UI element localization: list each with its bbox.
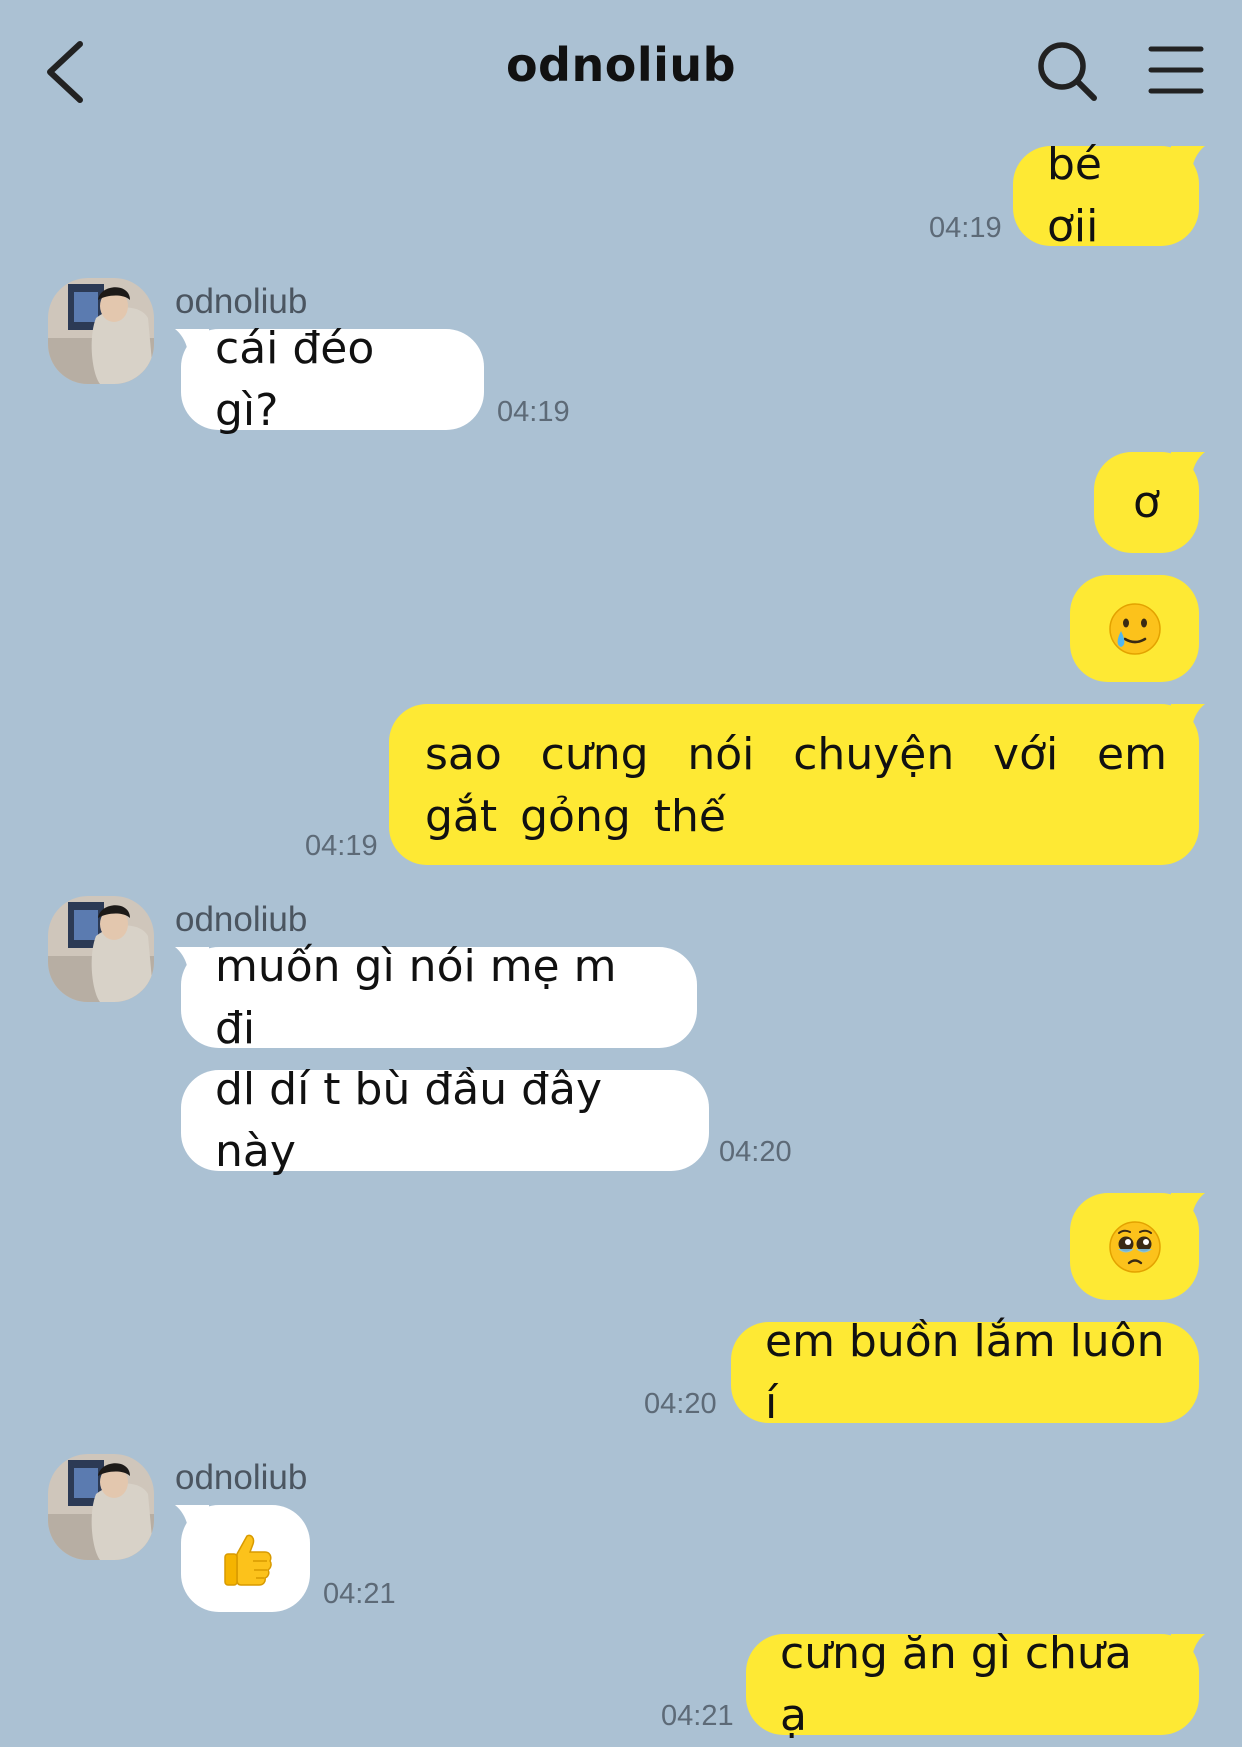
- message-timestamp: 04:19: [929, 212, 1002, 244]
- crying-smile-emoji: [1108, 602, 1161, 655]
- message-text: cái đéo gì?: [215, 322, 375, 436]
- message-bubble-received[interactable]: cái đéo gì?: [175, 323, 484, 436]
- message-timestamp: 04:19: [305, 830, 378, 862]
- pleading-face-emoji: [1108, 1220, 1161, 1273]
- message-bubble-sent[interactable]: [1070, 575, 1199, 682]
- message-bubble-sent[interactable]: ơ: [1094, 452, 1205, 553]
- message-timestamp: 04:21: [661, 1700, 734, 1732]
- message-bubble-received[interactable]: dl dí t bù đầu đây này: [181, 1064, 709, 1177]
- message-timestamp: 04:20: [644, 1388, 717, 1420]
- message-text: bé ơii: [1047, 139, 1102, 252]
- avatar[interactable]: [48, 1454, 154, 1560]
- message-text: muốn gì nói mẹ m đi: [215, 940, 617, 1054]
- message-timestamp: 04:19: [497, 396, 570, 428]
- message-bubble-sent[interactable]: sao cưng nói chuyện với em gắt gỏng thế: [389, 704, 1205, 865]
- avatar[interactable]: [48, 278, 154, 384]
- message-bubble-received[interactable]: muốn gì nói mẹ m đi: [175, 941, 697, 1054]
- message-bubble-received[interactable]: [175, 1505, 310, 1612]
- message-timestamp: 04:20: [719, 1136, 792, 1168]
- message-bubble-sent[interactable]: cưng ăn gì chưa ạ: [746, 1628, 1205, 1741]
- message-text: sao cưng nói chuyện với em gắt gỏng thế: [425, 729, 1167, 842]
- avatar[interactable]: [48, 896, 154, 1002]
- thumbs-up-emoji: [223, 1534, 272, 1586]
- sender-name: odnoliub: [175, 900, 308, 939]
- message-text: ơ: [1133, 476, 1160, 528]
- message-bubble-sent[interactable]: em buồn lắm luôn í: [731, 1316, 1199, 1429]
- sender-name: odnoliub: [175, 1458, 308, 1497]
- message-timestamp: 04:21: [323, 1578, 396, 1610]
- message-bubble-sent[interactable]: bé ơii: [1013, 139, 1205, 252]
- message-text: cưng ăn gì chưa ạ: [780, 1627, 1132, 1741]
- message-thread: bé ơii 04:19 odnoliub cái đéo gì? 04:19 …: [0, 0, 1242, 1744]
- message-text: em buồn lắm luôn í: [765, 1315, 1165, 1429]
- message-text: dl dí t bù đầu đây này: [215, 1063, 603, 1177]
- message-bubble-sent[interactable]: [1070, 1193, 1205, 1300]
- sender-name: odnoliub: [175, 282, 308, 321]
